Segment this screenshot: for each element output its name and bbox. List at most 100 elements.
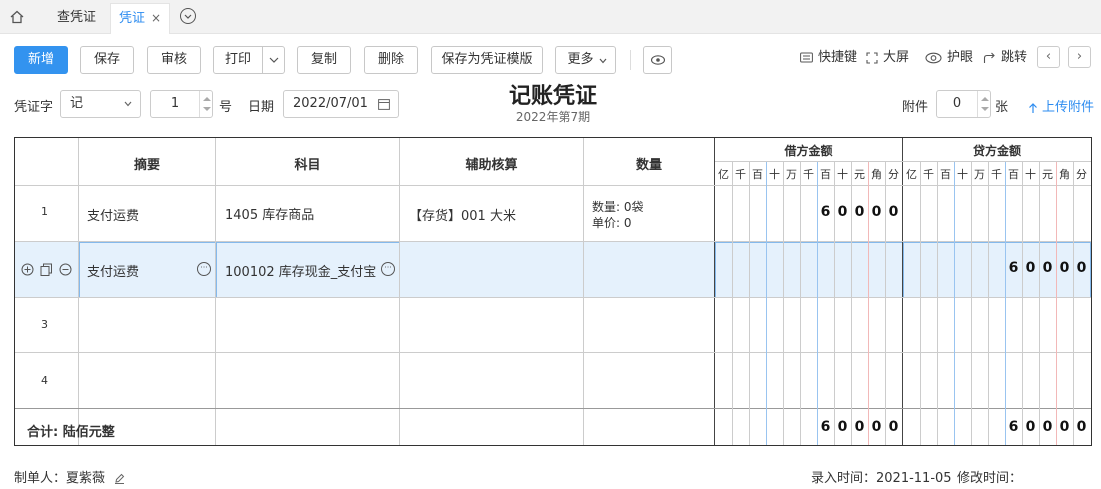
digit-divider — [954, 162, 955, 445]
amount-digit: 6 — [820, 419, 831, 435]
modify-time: 修改时间： — [957, 471, 1023, 486]
review-button[interactable]: 审核 — [147, 46, 201, 74]
shortcut-label: 快捷键 — [818, 50, 858, 65]
save-button[interactable]: 保存 — [80, 46, 134, 74]
copy-row-icon[interactable] — [40, 263, 53, 276]
voucher-word-select[interactable]: 记 — [60, 90, 141, 118]
debit-digit-label: 万 — [786, 168, 797, 181]
tab-query-voucher[interactable]: 查凭证 — [57, 3, 96, 34]
credit-digit-label: 千 — [991, 168, 1002, 181]
credit-digit-label: 百 — [1008, 168, 1019, 181]
amount-digit: 6 — [1008, 260, 1019, 276]
add-row-icon[interactable] — [21, 263, 34, 276]
debit-digit-label: 千 — [735, 168, 746, 181]
save-template-button[interactable]: 保存为凭证模版 — [431, 46, 543, 74]
jump-icon — [983, 52, 995, 63]
credit-digit-label: 分 — [1076, 168, 1087, 181]
next-button[interactable]: › — [1068, 46, 1091, 68]
print-button[interactable]: 打印 — [213, 46, 285, 74]
tab-label: 查凭证 — [57, 10, 97, 25]
summary-cell[interactable]: 支付运费 — [87, 261, 139, 280]
entry-time: 录入时间：2021-11-05 — [811, 471, 952, 486]
credit-digit-label: 十 — [957, 168, 968, 181]
attachment-count: 0 — [952, 96, 962, 111]
debit-digit-label: 角 — [871, 168, 882, 181]
more-button[interactable]: 更多 — [555, 46, 616, 74]
account-more-icon[interactable]: ··· — [381, 262, 395, 276]
close-icon[interactable]: × — [151, 11, 161, 25]
fullscreen-link[interactable]: 大屏 — [866, 49, 909, 67]
tab-label: 凭证 — [119, 11, 146, 26]
total-label: 合计: 陆佰元整 — [27, 425, 115, 440]
amount-digit: 0 — [871, 419, 882, 435]
preview-button[interactable] — [643, 46, 672, 74]
copy-button[interactable]: 复制 — [297, 46, 351, 74]
summary-more-icon[interactable]: ··· — [197, 262, 211, 276]
voucher-period: 2022年第7期 — [515, 110, 591, 124]
amount-digit: 0 — [871, 204, 882, 220]
header-summary: 摘要 — [133, 158, 160, 173]
debit-digit-label: 亿 — [718, 168, 729, 181]
tab-voucher[interactable]: 凭证 × — [110, 3, 171, 34]
row-number: 4 — [41, 374, 48, 387]
date-input[interactable]: 2022/07/01 — [283, 90, 399, 118]
attachment-count-input[interactable]: 0 — [936, 90, 991, 118]
eye-care-link[interactable]: 护眼 — [925, 49, 973, 67]
number-stepper[interactable] — [199, 91, 212, 117]
digit-divider — [1005, 162, 1006, 445]
chevron-down-icon[interactable] — [262, 47, 284, 73]
credit-digit-label: 万 — [974, 168, 985, 181]
credit-digit-label: 千 — [923, 168, 934, 181]
prev-button[interactable]: ‹ — [1037, 46, 1060, 68]
credit-digit-label: 十 — [1025, 168, 1036, 181]
toolbar-divider — [630, 50, 631, 70]
header-qty: 数量 — [635, 158, 662, 173]
eye-icon — [650, 55, 666, 65]
account-cell[interactable]: 1405 库存商品 — [225, 204, 314, 223]
debit-digit-label: 分 — [888, 168, 899, 181]
aux-cell[interactable]: 【存货】001 大米 — [409, 205, 516, 224]
row-actions — [21, 262, 72, 277]
digit-divider — [749, 162, 750, 445]
amount-digit: 0 — [1025, 419, 1036, 435]
more-label: 更多 — [567, 52, 594, 67]
digit-divider — [988, 162, 989, 445]
digit-divider — [732, 162, 733, 445]
amount-digit: 0 — [888, 204, 899, 220]
remove-row-icon[interactable] — [59, 263, 72, 276]
amount-digit: 0 — [837, 419, 848, 435]
voucher-title: 记账凭证 — [508, 84, 597, 109]
amount-digit: 0 — [1076, 260, 1087, 276]
home-icon[interactable] — [6, 7, 28, 27]
row-number: 3 — [41, 318, 48, 331]
digit-divider — [920, 162, 921, 445]
shortcut-link[interactable]: 快捷键 — [800, 49, 857, 67]
summary-cell[interactable]: 支付运费 — [87, 205, 139, 224]
header-debit: 借方金额 — [784, 144, 833, 158]
amount-digit: 0 — [1059, 260, 1070, 276]
amount-digit: 0 — [1059, 419, 1070, 435]
voucher-number-value: 1 — [170, 96, 180, 111]
amount-digit: 0 — [1076, 419, 1087, 435]
debit-digit-label: 百 — [752, 168, 763, 181]
debit-digit-label: 千 — [803, 168, 814, 181]
amount-digit: 0 — [1042, 419, 1053, 435]
date-value: 2022/07/01 — [293, 96, 368, 111]
voucher-number-input[interactable]: 1 — [150, 90, 213, 118]
amount-digit: 0 — [854, 204, 865, 220]
jump-link[interactable]: 跳转 — [983, 49, 1027, 67]
debit-digit-label: 十 — [837, 168, 848, 181]
account-cell[interactable]: 100102 库存现金_支付宝 — [225, 261, 376, 280]
voucher-table: 摘要 科目 辅助核算 数量 借方金额 贷方金额 亿 千 百 十 万 千 百 十 … — [14, 137, 1092, 446]
attachment-stepper[interactable] — [977, 91, 990, 117]
upload-attachment-link[interactable]: 上传附件 — [1027, 96, 1094, 115]
credit-digit-label: 角 — [1059, 168, 1070, 181]
delete-button[interactable]: 删除 — [364, 46, 418, 74]
chevron-down-circle-icon[interactable] — [180, 8, 196, 24]
edit-icon[interactable] — [114, 473, 125, 484]
upload-label: 上传附件 — [1042, 100, 1095, 115]
header-account: 科目 — [294, 158, 321, 173]
new-button[interactable]: 新增 — [14, 46, 68, 74]
amount-digit: 6 — [820, 204, 831, 220]
maker-text: 制单人：夏紫薇 — [14, 471, 106, 486]
